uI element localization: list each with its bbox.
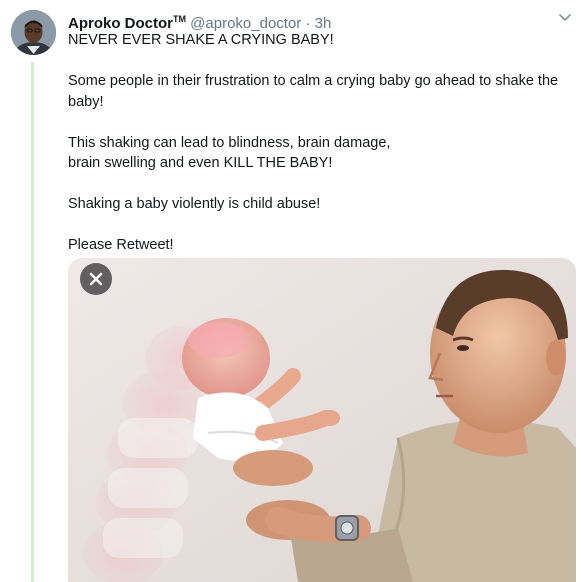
tweet-line: Please Retweet! [68,237,174,253]
media-photo [68,258,576,582]
tweet-media[interactable] [68,258,576,582]
line-break [68,174,568,195]
tweet-line: This shaking can lead to blindness, brai… [68,134,391,151]
close-icon[interactable] [80,263,112,295]
avatar-image [11,10,56,55]
tweet-line: NEVER EVER SHAKE A CRYING BABY! [68,32,334,48]
tweet-line: Some people in their frustration to calm… [68,73,559,110]
tweet-card[interactable]: Aproko DoctorTM @aproko_doctor · 3h NEVE… [0,0,581,582]
thread-line [31,62,34,582]
tweet-line: Shaking a baby violently is child abuse! [68,196,321,212]
line-break [68,112,568,133]
tweet-line: brain swelling and even KILL THE BABY! [68,155,333,171]
tweet-text: NEVER EVER SHAKE A CRYING BABY! Some peo… [68,30,568,256]
line-break [68,51,568,72]
avatar[interactable] [11,10,56,55]
trademark-badge: TM [173,14,186,24]
line-break [68,215,568,236]
chevron-down-icon[interactable] [557,9,573,25]
